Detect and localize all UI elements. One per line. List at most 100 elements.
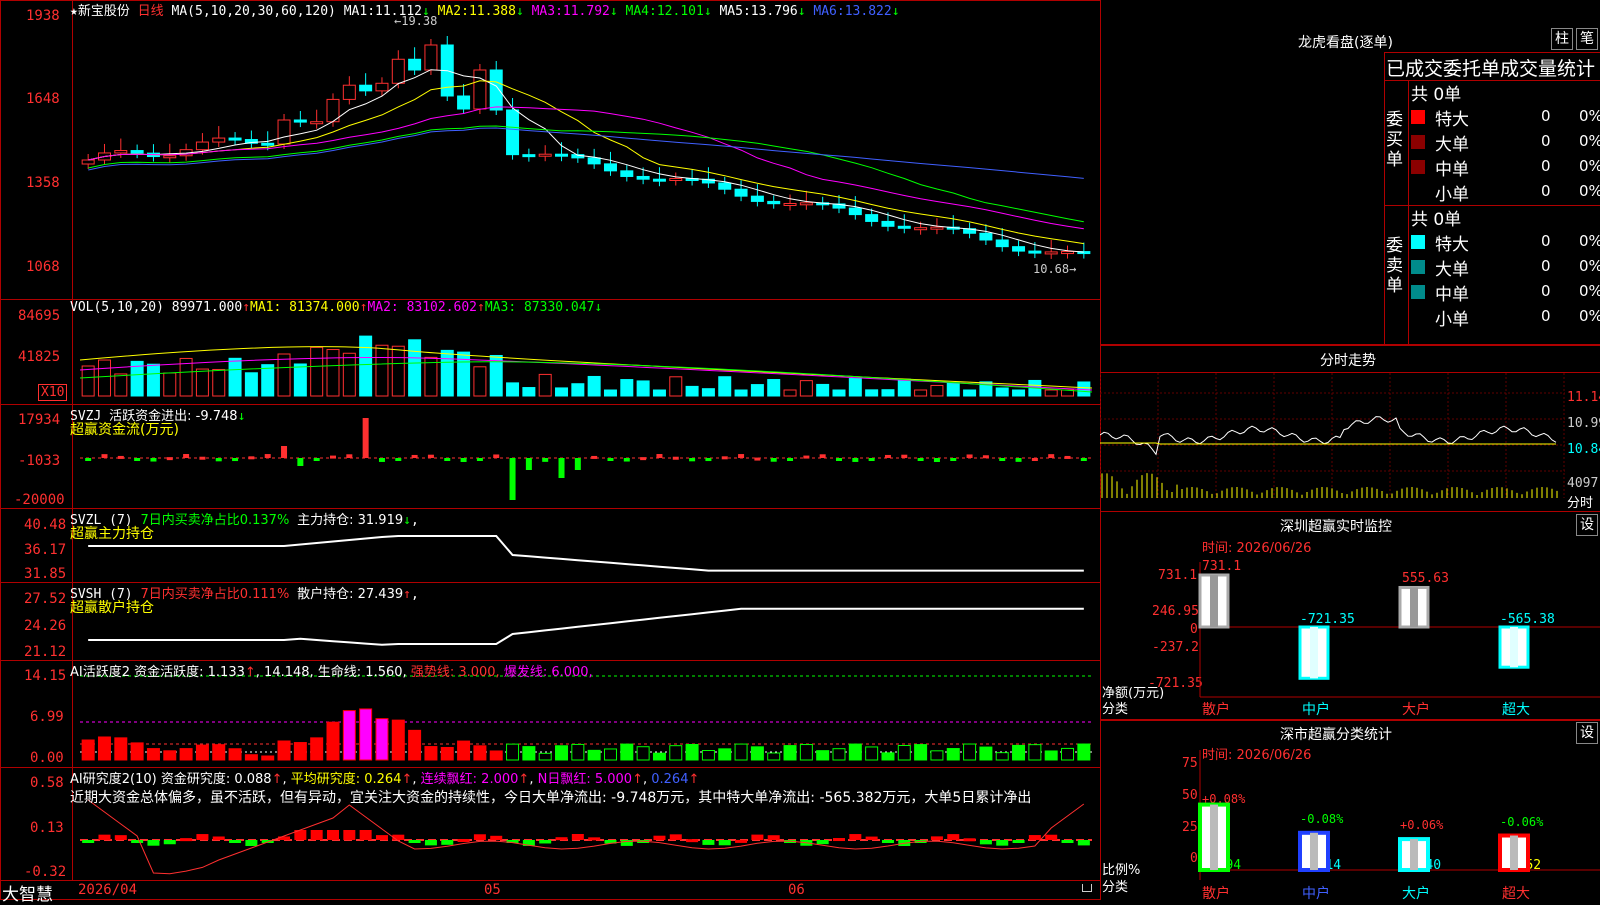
ai-active-bar: [81, 739, 95, 761]
svzj-bar: [411, 454, 418, 458]
class-bar-shade: [1210, 804, 1218, 870]
candle-body: [424, 44, 438, 71]
ai-active-bar: [603, 748, 617, 761]
candle-body: [995, 239, 1009, 248]
svzj-axis-label: -1033: [18, 453, 61, 469]
ai-active-bar: [881, 752, 895, 761]
svsh-axis-label: 24.26: [24, 618, 67, 634]
volume-bar: [799, 380, 813, 397]
sell-m-count: 0: [1541, 282, 1551, 300]
volume-bar: [620, 379, 634, 397]
ai-research-bar: [473, 834, 486, 840]
svzl-line: [88, 535, 1084, 572]
period-label[interactable]: 日线: [138, 4, 164, 19]
svzj-bar: [281, 446, 288, 458]
ai-research-bar: [881, 840, 894, 843]
svzj-bar: [215, 458, 222, 462]
svzj-bar: [836, 458, 842, 461]
candle-body: [587, 157, 601, 165]
high-price-value: 19.38: [401, 14, 438, 28]
ai-active-bar: [342, 710, 356, 761]
volume-bar: [293, 363, 307, 397]
stock-name[interactable]: 新宝股份: [78, 4, 130, 19]
sell-total-text: 共 0单: [1411, 210, 1462, 230]
svzj-bar: [378, 458, 385, 462]
vol-arrow: ↑: [242, 300, 251, 315]
ai-research-bar: [849, 834, 862, 840]
intraday-chart[interactable]: [1100, 373, 1600, 513]
volume-bar: [538, 373, 552, 397]
ai-active-bar: [326, 721, 340, 761]
candle-body: [391, 58, 405, 84]
volume-bar: [669, 376, 683, 397]
ai-research-bar: [196, 834, 209, 840]
volume-bar: [81, 365, 95, 397]
svzj-bar: [1031, 457, 1038, 461]
volume-bar: [603, 389, 617, 397]
buy-m-swatch: [1411, 160, 1425, 174]
vol-header: VOL(5,10,20) 89971.000↑MA1: 81374.000↑MA…: [70, 300, 602, 315]
sell-s-pct: 0%: [1579, 307, 1600, 325]
buy-xl-count: 0: [1541, 107, 1551, 125]
lock-icon[interactable]: [1082, 884, 1092, 892]
buy-m-label: 中单: [1435, 160, 1469, 180]
low-price-value: 10.68: [1033, 262, 1070, 276]
class-bar-shade: [1410, 839, 1418, 870]
ai-research-bar: [816, 840, 829, 845]
lhb-bar-button[interactable]: 柱: [1551, 28, 1573, 50]
volume-bar: [587, 375, 601, 397]
svzj-bar: [117, 455, 124, 459]
candle-body: [277, 119, 291, 145]
chart-canvas[interactable]: [0, 0, 1100, 900]
sell-l-swatch: [1411, 260, 1425, 274]
ai-active-bar: [146, 748, 160, 761]
svzl-ratio: 7日内买卖净占比0.137%: [140, 513, 290, 528]
svsh-tail: ,: [410, 587, 419, 602]
ai-research-commentary: 近期大资金总体偏多，虽不活跃，但有异动，宜关注大资金的持续性，今日大单净流出: …: [70, 790, 1032, 806]
ai-active-bar: [816, 750, 830, 761]
ai-research-bar: [163, 840, 176, 845]
svzj-bar: [640, 457, 647, 461]
svzj-bar: [607, 458, 614, 461]
svzj-bar: [999, 458, 1006, 461]
svzj-bar: [672, 456, 679, 460]
vol-ma1: MA1: 81374.000: [250, 300, 360, 315]
ai-research-bar: [718, 840, 731, 846]
svzj-bar: [101, 454, 108, 458]
ai-active-bar: [424, 746, 438, 761]
ai-active-bar: [636, 746, 650, 761]
candle-body: [783, 202, 797, 206]
candle-body: [979, 232, 993, 241]
ai-research-bar: [278, 836, 291, 840]
volume-bar: [212, 368, 226, 397]
svzj-bar: [460, 458, 467, 462]
date-axis-start: 2026/04: [78, 882, 138, 898]
ai-research-bar: [702, 840, 715, 845]
brand-logo[interactable]: 大智慧: [2, 880, 53, 905]
volume-bar: [783, 389, 797, 397]
ai-research-bar: [751, 834, 764, 840]
svzj-bar: [493, 454, 500, 458]
volume-bar: [848, 378, 862, 397]
svzj-bar: [1048, 454, 1055, 458]
ma6-value: 13.822: [844, 4, 892, 19]
date-axis-month: 06: [788, 882, 805, 898]
volume-bar: [685, 385, 699, 397]
lhb-divider: [1408, 80, 1409, 345]
candle-body: [799, 202, 813, 206]
favorite-star-icon[interactable]: ★: [70, 4, 78, 19]
ai-active-bar: [979, 746, 993, 761]
svzj-bar: [134, 458, 141, 461]
volume-bar: [718, 376, 732, 397]
sell-total: 共 0单: [1411, 205, 1462, 230]
sell-l-pct: 0%: [1579, 257, 1600, 275]
ma4-name: MA4:: [625, 4, 657, 19]
lhb-tick-button[interactable]: 笔: [1576, 28, 1598, 50]
ai-research-arrow3: ↑: [518, 772, 530, 787]
volume-bar: [391, 345, 405, 397]
candle-body: [114, 150, 128, 154]
volume-bar: [228, 357, 242, 397]
ai-research-bar: [539, 840, 552, 844]
vol-unit: X10: [38, 384, 68, 401]
ai-active-bar: [587, 749, 601, 761]
